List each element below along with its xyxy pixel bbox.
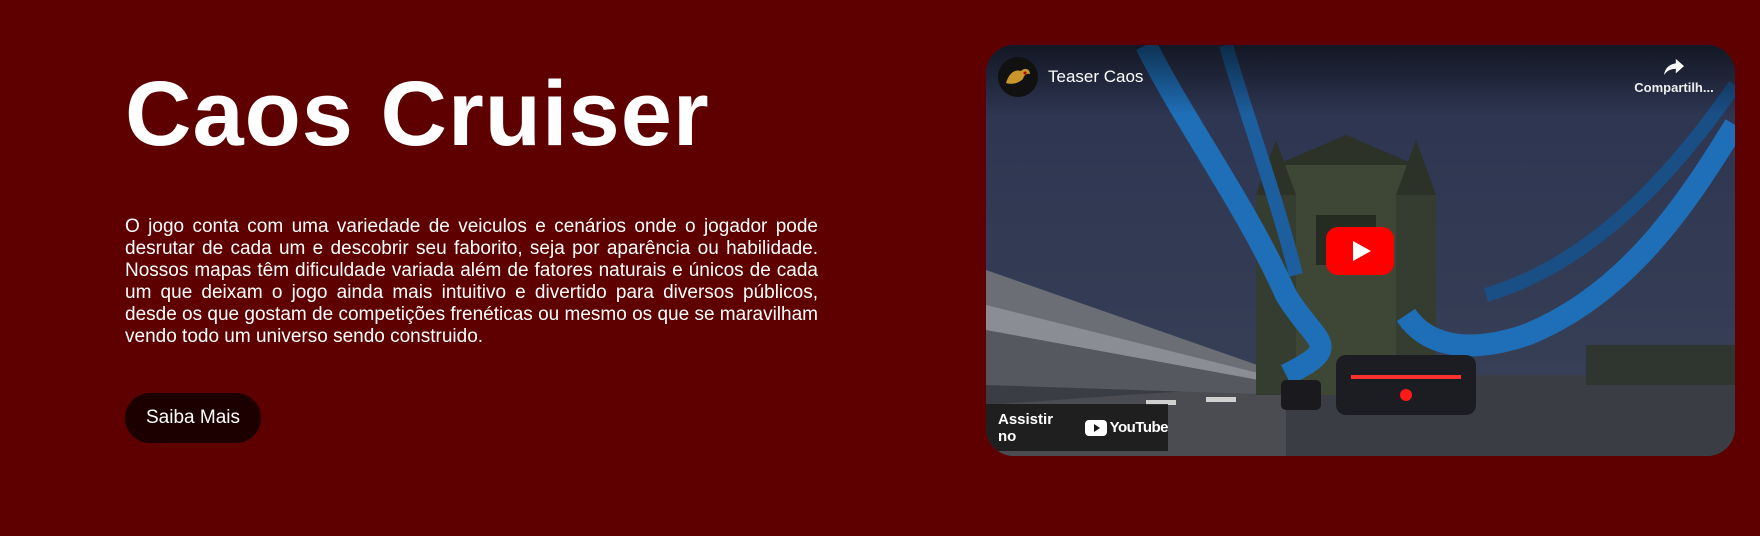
page-title: Caos Cruiser (125, 63, 710, 165)
dragon-logo-icon (1006, 68, 1030, 84)
video-title[interactable]: Teaser Caos (1048, 67, 1143, 87)
youtube-play-icon (1084, 419, 1107, 436)
saiba-mais-button[interactable]: Saiba Mais (125, 393, 261, 443)
youtube-logo-icon: YouTube (1084, 419, 1169, 436)
youtube-wordmark: YouTube (1109, 419, 1169, 436)
hero-description: O jogo conta com uma variedade de veicul… (125, 216, 818, 347)
share-button[interactable]: Compartilh... (1629, 57, 1719, 107)
share-label: Compartilh... (1634, 80, 1714, 95)
play-button[interactable] (1326, 227, 1394, 275)
video-embed[interactable]: Teaser Caos Compartilh... Assistir no Yo… (986, 45, 1735, 456)
watch-on-youtube-link[interactable]: Assistir no YouTube (986, 404, 1169, 451)
channel-avatar[interactable] (998, 57, 1038, 97)
watch-on-label: Assistir no (998, 410, 1054, 445)
share-icon (1664, 58, 1684, 76)
